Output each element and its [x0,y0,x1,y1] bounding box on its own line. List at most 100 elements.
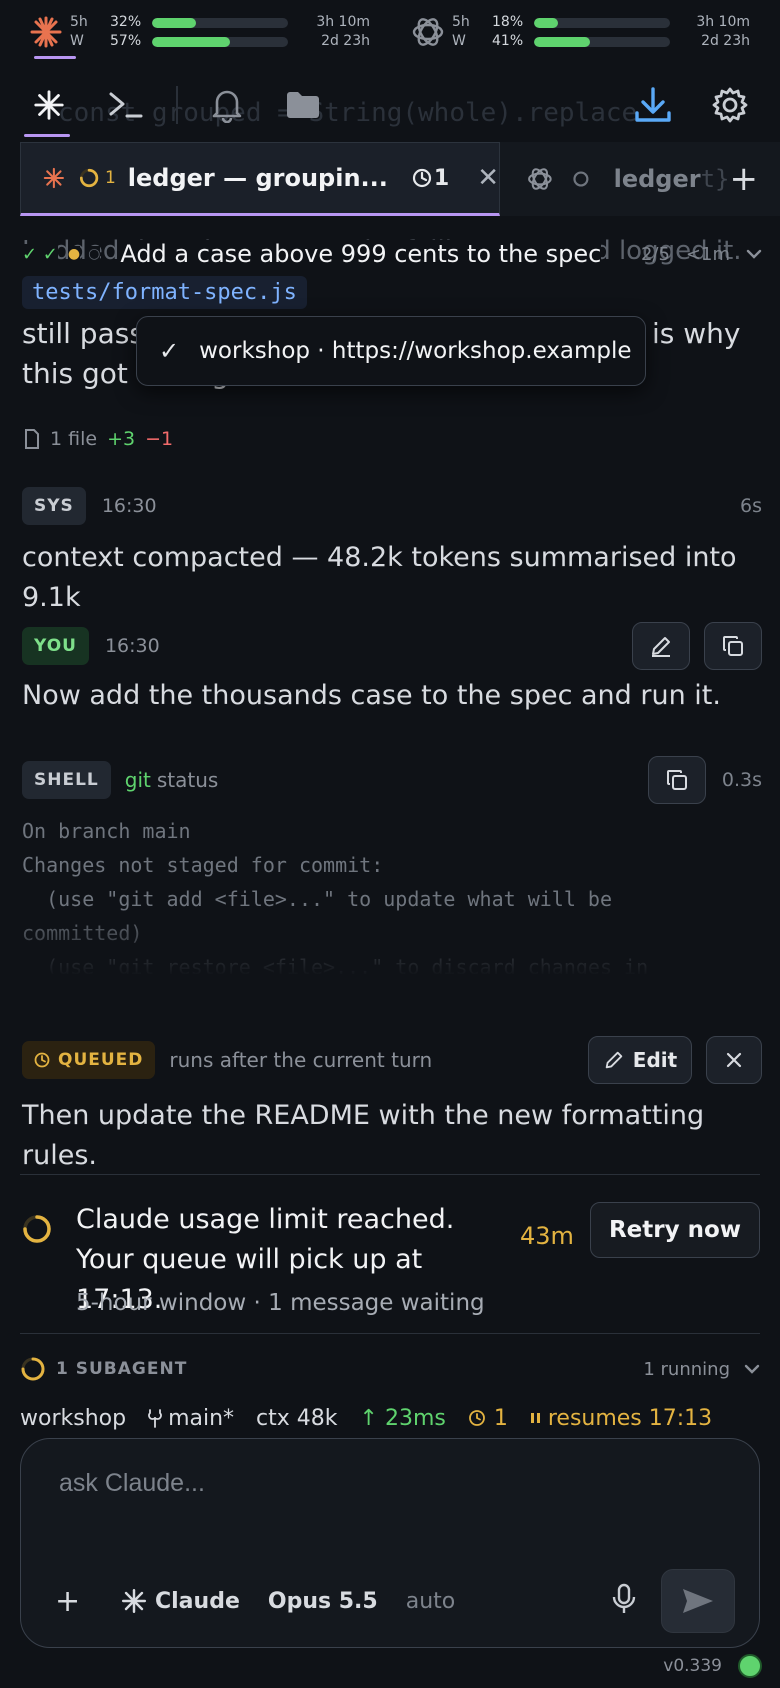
files-button[interactable] [278,80,328,130]
shell-command: git [124,768,151,792]
active-provider-indicator [34,56,76,59]
claude-logo-icon [30,16,62,48]
latency-indicator: ↑ 23ms [359,1405,446,1431]
clock-icon [412,168,431,188]
usage-row-5h: 5h 32% 3h 10m [70,14,370,30]
toolbar-divider [176,86,178,124]
you-badge: YOU [22,627,89,665]
spinner-icon [21,1357,45,1381]
subagent-label: 1 SUBAGENT [56,1359,188,1379]
context-size: ctx 48k [256,1405,338,1431]
resume-time: resumes 17:13 [530,1406,712,1431]
usage-fill [152,18,196,28]
tab-close-button[interactable]: ✕ [477,163,499,193]
git-branch-icon [148,1409,162,1428]
usage-row-5h: 5h 18% 3h 10m [452,14,750,30]
tab-queue-badge: 1 [412,166,449,191]
toolbar: const grouped = String(whole).replace(/\… [0,70,780,140]
download-button[interactable] [628,80,678,130]
openai-usage[interactable]: 5h 18% 3h 10m W 41% 2d 23h [410,12,750,52]
user-message-text: Now add the thousands case to the spec a… [22,680,721,711]
task-title: Add a case above 999 cents to the spec [120,240,602,268]
background-code-fragment: t} [700,165,730,193]
assistant-text-fragment: is why [652,317,741,350]
task-elapsed: <1m [685,243,730,265]
file-change-summary[interactable]: 1 file +3 −1 [24,428,173,450]
claude-spark-icon [121,1588,147,1614]
settings-button[interactable] [705,80,755,130]
copy-icon [666,770,687,790]
app-version: v0.339 [663,1656,722,1676]
clock-icon [34,1052,50,1068]
mode-selector[interactable]: auto [406,1589,456,1614]
copy-output-button[interactable] [647,756,706,804]
chat-transcript[interactable]: I added the edge case to the failing spe… [0,216,780,1436]
agent-selector[interactable]: Claude [121,1588,240,1614]
divider [20,1333,760,1334]
notifications-button[interactable] [202,80,252,130]
edit-queued-button[interactable]: Edit [588,1036,692,1084]
claude-agent-button[interactable] [24,80,74,130]
copy-message-button[interactable] [704,622,762,670]
shell-badge: SHELL [22,761,111,799]
active-dot-icon: ● [67,246,81,262]
subagent-row[interactable]: 1 SUBAGENT 1 running [20,1349,760,1389]
usage-row-week: W 57% 2d 23h [70,33,370,49]
prompt-input[interactable] [59,1461,719,1505]
send-icon [683,1589,713,1613]
pencil-icon [605,1051,623,1069]
queued-message-header: QUEUED runs after the current turn Edit [22,1034,762,1086]
attach-button[interactable]: + [55,1584,95,1619]
tab-title: ledger — groupin... [127,164,388,192]
edit-message-button[interactable] [632,622,690,670]
claude-usage[interactable]: 5h 32% 3h 10m W 57% 2d 23h [28,12,378,52]
tab-ledger-openai[interactable]: ledger t} + [500,142,780,216]
sys-badge: SYS [22,487,86,525]
task-progress: 2/5 [640,243,670,265]
subagent-running: 1 running [643,1358,730,1380]
copy-icon [723,636,743,656]
output-fade [0,906,780,976]
model-selector[interactable]: Opus 5.5 [268,1589,378,1614]
terminal-icon [109,92,143,118]
send-button[interactable] [661,1569,735,1633]
retry-now-button[interactable]: Retry now [590,1202,760,1258]
usage-fill [534,37,590,47]
chevron-down-icon [746,249,762,259]
check-icon: ✓ [159,337,180,365]
file-chip[interactable]: tests/format-spec.js [22,276,307,309]
composer-toolbar: + Claude Opus 5.5 auto [55,1569,735,1633]
queued-badge: QUEUED [22,1041,156,1079]
chevron-down-icon [744,1364,760,1374]
usage-limit-notice: Claude usage limit reached. Your queue w… [20,1200,760,1330]
new-tab-button[interactable]: + [730,159,759,199]
shell-args: status [156,768,219,792]
tab-title: ledger [613,165,701,193]
active-toolbar-indicator [24,134,70,137]
connection-toast[interactable]: ✓ workshop · https://workshop.example [136,316,646,386]
terminal-button[interactable] [100,80,150,130]
limit-countdown: 43m [520,1222,574,1250]
toast-text: workshop · https://workshop.example [199,338,632,364]
claude-logo-icon [43,167,64,189]
shell-duration: 0.3s [721,769,762,791]
sys-message-text: context compacted — 48.2k tokens summari… [22,542,737,613]
usage-bar: 5h 32% 3h 10m W 57% 2d 23h 5h 18% 3h 10m… [0,0,780,64]
cancel-queued-button[interactable] [706,1036,762,1084]
pencil-icon [652,637,670,657]
microphone-button[interactable] [611,1583,637,1619]
download-icon [635,87,671,122]
file-icon [25,429,39,449]
branch-indicator[interactable]: main* [148,1406,234,1431]
claude-spark-icon [34,90,64,120]
workspace-name[interactable]: workshop [20,1406,126,1431]
session-status-strip: workshop main* ctx 48k ↑ 23ms 1 resumes … [20,1400,760,1436]
divider [20,1174,760,1175]
message-composer: + Claude Opus 5.5 auto [20,1438,760,1648]
spinner-icon [79,168,98,188]
sys-message-header: SYS 16:30 6s [22,486,762,526]
usage-fill [534,18,559,28]
task-status-row[interactable]: ✓ ✓ ● ○ Add a case above 999 cents to th… [22,236,762,272]
tab-ledger-active[interactable]: 1 ledger — groupin... 1 ✕ [20,142,500,216]
usage-fill [152,37,230,47]
